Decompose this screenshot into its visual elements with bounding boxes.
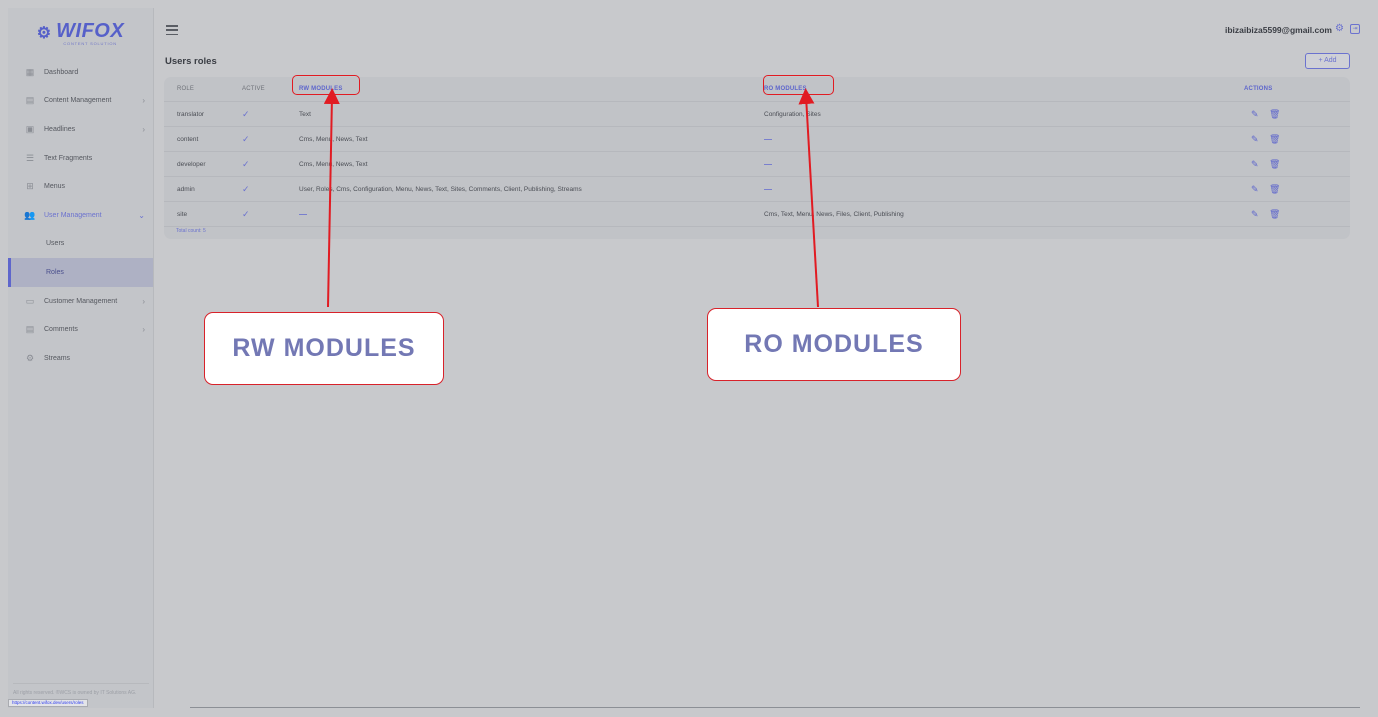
comments-icon: ▤ xyxy=(25,324,35,335)
column-header-active[interactable]: ACTIVE xyxy=(242,77,265,102)
users-icon: 👥 xyxy=(24,209,36,220)
content-icon: ▤ xyxy=(25,95,35,106)
role-cell: content xyxy=(177,136,199,143)
rw-modules-callout: RW MODULES xyxy=(204,312,444,385)
delete-trash-icon[interactable]: 🗑 xyxy=(1269,102,1280,127)
column-header-actions: ACTIONS xyxy=(1244,86,1273,92)
delete-trash-icon[interactable]: 🗑 xyxy=(1269,127,1280,152)
sidebar-item[interactable]: ▣ Headlines › xyxy=(8,115,153,144)
edit-pencil-icon[interactable]: ✎ xyxy=(1251,127,1259,152)
delete-trash-icon[interactable]: 🗑 xyxy=(1269,152,1280,177)
sidebar-item-label: Menus xyxy=(44,183,66,191)
roles-table: ROLE ACTIVE RW MODULES RO MODULES ACTION… xyxy=(164,77,1350,239)
chevron-icon: › xyxy=(142,296,145,306)
rw-modules-cell: User, Roles, Cms, Configuration, Menu, N… xyxy=(299,186,582,193)
bottom-divider xyxy=(190,707,1360,708)
sidebar-item[interactable]: 👥 User Management ⌄ xyxy=(8,201,153,230)
edit-pencil-icon[interactable]: ✎ xyxy=(1251,177,1259,202)
rw-modules-cell: Text xyxy=(299,111,311,118)
page-title: Users roles xyxy=(165,56,217,67)
chevron-icon: › xyxy=(142,124,145,134)
active-check-icon: ✓ xyxy=(242,209,250,219)
ro-modules-cell: — xyxy=(764,185,772,194)
add-role-button[interactable]: + Add xyxy=(1305,53,1350,69)
dashboard-icon: ▦ xyxy=(25,66,35,77)
column-header-role[interactable]: ROLE xyxy=(177,77,194,102)
delete-trash-icon[interactable]: 🗑 xyxy=(1269,202,1280,227)
sidebar-item[interactable]: ☰ Text Fragments xyxy=(8,144,153,173)
copyright-text: All rights reserved. ®WCS is owned by IT… xyxy=(13,683,149,697)
rw-header-highlight xyxy=(292,75,360,95)
sidebar-subitem[interactable]: Users xyxy=(8,230,153,259)
rw-modules-cell: Cms, Menu, News, Text xyxy=(299,161,368,168)
delete-trash-icon[interactable]: 🗑 xyxy=(1269,177,1280,202)
ro-modules-cell: Configuration, Sites xyxy=(764,111,821,118)
sidebar-item[interactable]: ⚙ Streams xyxy=(8,344,153,373)
edit-pencil-icon[interactable]: ✎ xyxy=(1251,202,1259,227)
brand-name: WIFOX xyxy=(56,19,125,42)
table-row: admin ✓ User, Roles, Cms, Configuration, M… xyxy=(164,177,1350,202)
table-row: translator ✓ Text Configuration, Sites ✎ 🗑 xyxy=(164,102,1350,127)
menu-toggle-icon[interactable] xyxy=(166,25,178,35)
sidebar-item-label: Content Management xyxy=(44,97,112,105)
ro-modules-callout: RO MODULES xyxy=(707,308,961,381)
chevron-icon: › xyxy=(142,325,145,335)
active-check-icon: ✓ xyxy=(242,184,250,194)
edit-pencil-icon[interactable]: ✎ xyxy=(1251,102,1259,127)
table-row: content ✓ Cms, Menu, News, Text — ✎ 🗑 xyxy=(164,127,1350,152)
sidebar-item[interactable]: ▭ Customer Management › xyxy=(8,287,153,316)
sidebar-item-label: Comments xyxy=(44,326,78,334)
sidebar: ⚙ WIFOX CONTENT SOLUTION ▦ Dashboard ▤ Cont… xyxy=(8,8,154,708)
sidebar-item-label: Dashboard xyxy=(44,68,79,76)
active-check-icon: ✓ xyxy=(242,134,250,144)
wifox-logo-icon: ⚙ xyxy=(36,25,52,42)
streams-icon: ⚙ xyxy=(25,352,35,363)
customer-icon: ▭ xyxy=(25,295,35,306)
chevron-icon: ⌄ xyxy=(138,210,145,220)
sidebar-item-label: Customer Management xyxy=(44,297,118,305)
sidebar-item[interactable]: ⊞ Menus xyxy=(8,172,153,201)
sidebar-item-label: Headlines xyxy=(44,125,76,133)
active-check-icon: ✓ xyxy=(242,159,250,169)
sidebar-item[interactable]: ▤ Content Management › xyxy=(8,87,153,116)
settings-gear-icon[interactable]: ⚙ xyxy=(1335,24,1345,34)
status-bar-url: https://content.wifox.dev/users/roles xyxy=(8,699,88,707)
ro-modules-cell: Cms, Text, Menu, News, Files, Client, Pu… xyxy=(764,211,904,218)
logo[interactable]: ⚙ WIFOX CONTENT SOLUTION xyxy=(8,8,153,58)
chevron-icon: › xyxy=(142,96,145,106)
role-cell: developer xyxy=(177,161,206,168)
sidebar-subitem[interactable]: Roles xyxy=(8,258,153,287)
active-check-icon: ✓ xyxy=(242,109,250,119)
user-email: ibizaibiza5599@gmail.com xyxy=(1224,25,1332,35)
table-row: site ✓ — Cms, Text, Menu, News, Files, Clie… xyxy=(164,202,1350,227)
ro-header-highlight xyxy=(763,75,834,95)
sidebar-item[interactable]: ▦ Dashboard xyxy=(8,58,153,87)
sidebar-item[interactable]: ▤ Comments › xyxy=(8,315,153,344)
rw-modules-cell: Cms, Menu, News, Text xyxy=(299,136,368,143)
rw-modules-cell: — xyxy=(299,210,307,219)
total-count: Total count: 5 xyxy=(176,228,206,234)
role-cell: translator xyxy=(177,111,205,118)
sidebar-item-label: Streams xyxy=(44,354,71,362)
sidebar-item-label: Text Fragments xyxy=(44,154,93,162)
edit-pencil-icon[interactable]: ✎ xyxy=(1251,152,1259,177)
table-row: developer ✓ Cms, Menu, News, Text — ✎ 🗑 xyxy=(164,152,1350,177)
role-cell: admin xyxy=(177,186,195,193)
sidebar-nav: ▦ Dashboard ▤ Content Management › ▣ Headlines… xyxy=(8,58,153,373)
brand-tagline: CONTENT SOLUTION xyxy=(63,40,117,46)
menus-icon: ⊞ xyxy=(26,181,34,192)
sidebar-item-label: User Management xyxy=(44,211,102,219)
text-fragments-icon: ☰ xyxy=(25,152,35,163)
ro-modules-cell: — xyxy=(764,160,772,169)
logout-icon[interactable]: ⇥ xyxy=(1350,24,1360,34)
ro-modules-cell: — xyxy=(764,135,772,144)
role-cell: site xyxy=(177,211,188,218)
headlines-icon: ▣ xyxy=(25,123,35,134)
